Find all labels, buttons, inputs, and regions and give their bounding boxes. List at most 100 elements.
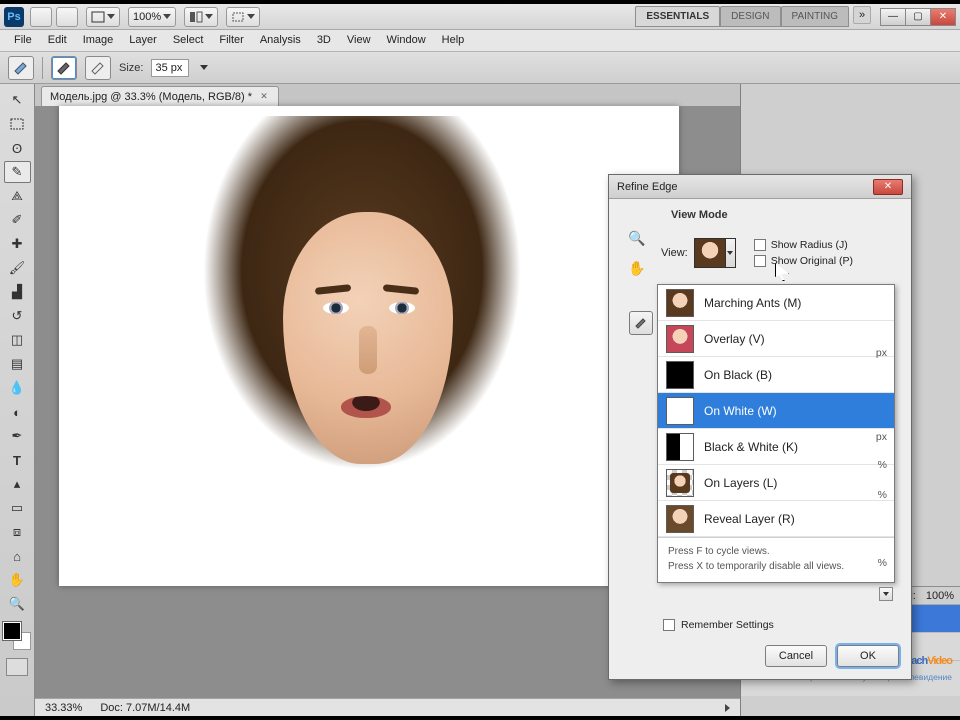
size-stepper[interactable]: [197, 56, 211, 80]
menu-filter[interactable]: Filter: [211, 30, 251, 51]
blur-tool[interactable]: 💧: [4, 377, 31, 399]
view-option-on-white[interactable]: On White (W): [658, 393, 894, 429]
title-bar-tool-group: [30, 7, 78, 27]
foreground-color[interactable]: [3, 622, 21, 640]
menu-view[interactable]: View: [339, 30, 379, 51]
hand-tool-icon[interactable]: ✋: [626, 257, 648, 279]
show-radius-checkbox[interactable]: Show Radius (J): [754, 239, 853, 251]
brush-mode-subtract[interactable]: [85, 56, 111, 80]
workspace-switcher: ESSENTIALS DESIGN PAINTING »: [635, 6, 871, 27]
layers-fill-value[interactable]: 100%: [926, 590, 954, 602]
view-thumb: [666, 325, 694, 353]
brush-tool[interactable]: 🖌: [4, 257, 31, 279]
color-swatches[interactable]: [3, 622, 31, 650]
show-original-checkbox[interactable]: Show Original (P): [754, 255, 853, 267]
menu-image[interactable]: Image: [75, 30, 122, 51]
window-minimize-button[interactable]: —: [880, 8, 906, 26]
view-option-reveal-layer[interactable]: Reveal Layer (R): [658, 501, 894, 537]
zoom-level-value: 100%: [133, 11, 161, 23]
hand-tool[interactable]: ✋: [4, 569, 31, 591]
remember-settings-checkbox[interactable]: Remember Settings: [663, 619, 899, 631]
view-option-on-black[interactable]: On Black (B): [658, 357, 894, 393]
eyedropper-tool[interactable]: ✐: [4, 209, 31, 231]
status-doc-size: Doc: 7.07M/14.4M: [100, 702, 190, 714]
pen-tool[interactable]: ✒: [4, 425, 31, 447]
dialog-body: View Mode 🔍 ✋ View:: [609, 199, 911, 611]
menu-3d[interactable]: 3D: [309, 30, 339, 51]
3d-camera-tool[interactable]: ⌂: [4, 545, 31, 567]
quick-mask-toggle[interactable]: [6, 658, 28, 676]
menu-bar: File Edit Image Layer Select Filter Anal…: [0, 30, 960, 52]
canvas: [59, 106, 679, 586]
extras-dropdown[interactable]: [226, 7, 260, 27]
healing-brush-tool[interactable]: ✚: [4, 233, 31, 255]
window-close-button[interactable]: ✕: [930, 8, 956, 26]
marquee-tool[interactable]: [4, 113, 31, 135]
status-zoom[interactable]: 33.33%: [45, 702, 82, 714]
zoom-tool-icon[interactable]: 🔍: [626, 227, 648, 249]
view-option-overlay[interactable]: Overlay (V): [658, 321, 894, 357]
view-thumb: [666, 397, 694, 425]
eraser-tool[interactable]: ◫: [4, 329, 31, 351]
document-tab[interactable]: Модель.jpg @ 33.3% (Модель, RGB/8) * ✕: [41, 86, 279, 106]
unit-label: %: [878, 489, 887, 501]
menu-file[interactable]: File: [6, 30, 40, 51]
current-tool-icon[interactable]: [8, 56, 34, 80]
size-input[interactable]: [151, 59, 189, 77]
cancel-button[interactable]: Cancel: [765, 645, 827, 667]
arrange-documents-dropdown[interactable]: [184, 7, 218, 27]
lasso-tool[interactable]: ʘ: [4, 137, 31, 159]
screen-mode-dropdown[interactable]: [86, 7, 120, 27]
launch-minibridge-button[interactable]: [56, 7, 78, 27]
menu-select[interactable]: Select: [165, 30, 212, 51]
workspace-design[interactable]: DESIGN: [720, 6, 780, 27]
unit-label: px: [876, 431, 887, 443]
unit-label: %: [878, 557, 887, 569]
dialog-title-bar[interactable]: Refine Edge ✕: [609, 175, 911, 199]
quick-selection-tool[interactable]: ✎: [4, 161, 31, 183]
canvas-content: [167, 116, 557, 586]
workspace-essentials[interactable]: ESSENTIALS: [635, 6, 720, 27]
view-option-on-layers[interactable]: On Layers (L): [658, 465, 894, 501]
options-bar: Size:: [0, 52, 960, 84]
status-arrow-icon[interactable]: [725, 704, 730, 712]
app-window: Ps 100% ESSENTIALS DESIGN PAINTING »: [0, 4, 960, 716]
workspace-more[interactable]: »: [853, 6, 871, 24]
history-brush-tool[interactable]: ↺: [4, 305, 31, 327]
path-selection-tool[interactable]: ▴: [4, 473, 31, 495]
dialog-footer: Remember Settings Cancel OK: [609, 611, 911, 679]
app-logo: Ps: [4, 7, 24, 27]
launch-bridge-button[interactable]: [30, 7, 52, 27]
stamp-tool[interactable]: ▟: [4, 281, 31, 303]
crop-tool[interactable]: ⟁: [4, 185, 31, 207]
view-dropdown-toggle[interactable]: [725, 239, 735, 267]
view-mode-heading: View Mode: [671, 209, 899, 221]
window-maximize-button[interactable]: ▢: [905, 8, 931, 26]
menu-layer[interactable]: Layer: [121, 30, 165, 51]
workspace-painting[interactable]: PAINTING: [781, 6, 849, 27]
close-tab-icon[interactable]: ✕: [258, 91, 270, 103]
status-bar: 33.33% Doc: 7.07M/14.4M: [35, 698, 740, 716]
view-mode-dropdown[interactable]: [694, 238, 736, 268]
brush-mode-add[interactable]: [51, 56, 77, 80]
move-tool[interactable]: ↖: [4, 89, 31, 111]
output-to-dropdown[interactable]: [879, 587, 893, 601]
ok-button[interactable]: OK: [837, 645, 899, 667]
menu-analysis[interactable]: Analysis: [252, 30, 309, 51]
gradient-tool[interactable]: ▤: [4, 353, 31, 375]
menu-help[interactable]: Help: [434, 30, 473, 51]
view-option-black-white[interactable]: Black & White (K): [658, 429, 894, 465]
dialog-close-button[interactable]: ✕: [873, 179, 903, 195]
view-option-marching-ants[interactable]: Marching Ants (M): [658, 285, 894, 321]
shape-tool[interactable]: ▭: [4, 497, 31, 519]
zoom-tool[interactable]: 🔍: [4, 593, 31, 615]
unit-label: px: [876, 347, 887, 359]
menu-edit[interactable]: Edit: [40, 30, 75, 51]
dodge-tool[interactable]: ◐: [4, 401, 31, 423]
menu-window[interactable]: Window: [379, 30, 434, 51]
refine-edge-dialog: Refine Edge ✕ View Mode 🔍 ✋ View:: [608, 174, 912, 680]
3d-tool[interactable]: ⧈: [4, 521, 31, 543]
refine-radius-tool[interactable]: [629, 311, 653, 335]
zoom-level-dropdown[interactable]: 100%: [128, 7, 176, 27]
type-tool[interactable]: T: [4, 449, 31, 471]
